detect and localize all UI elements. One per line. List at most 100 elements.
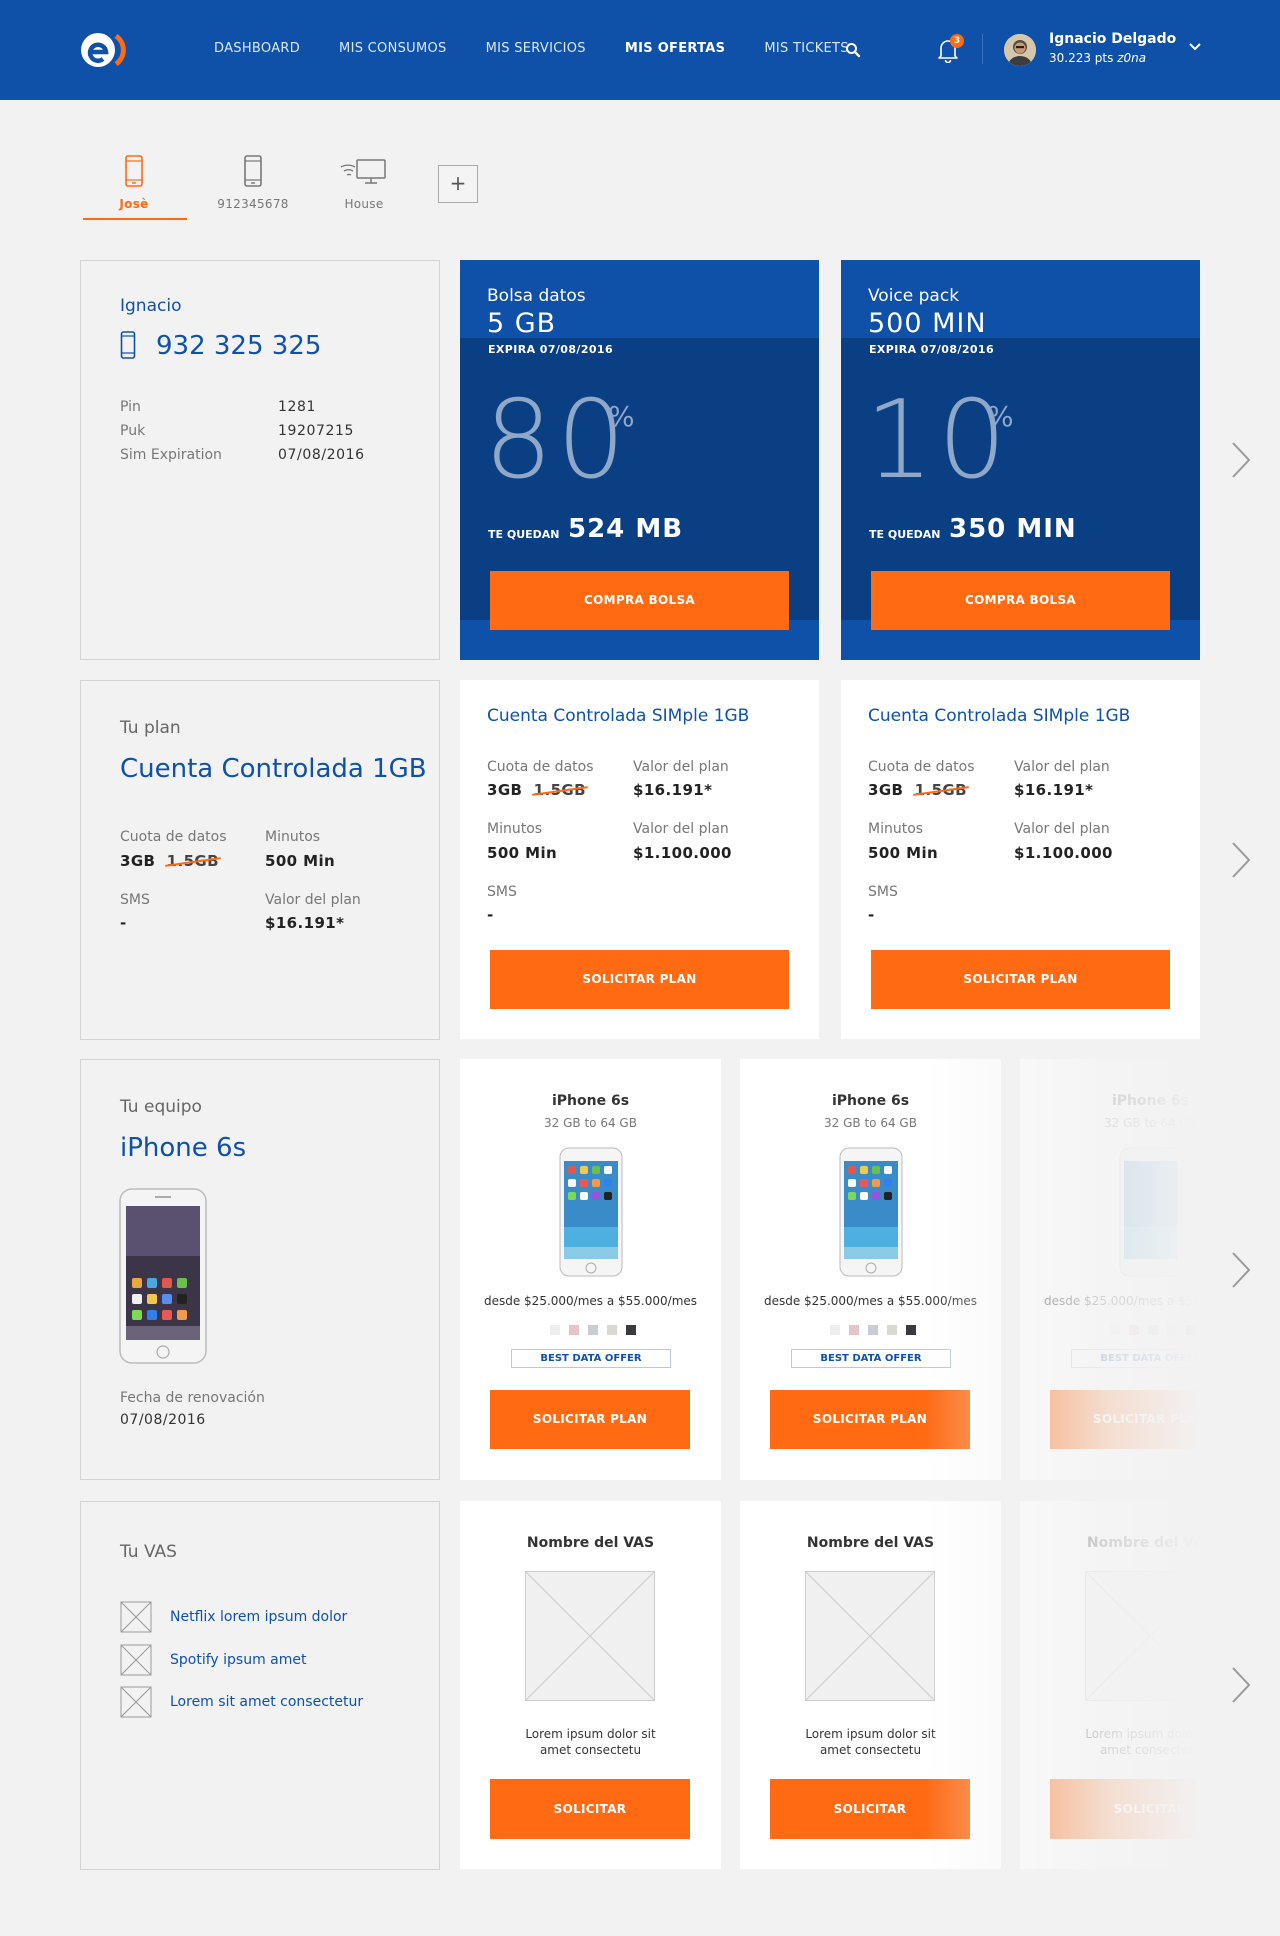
offer-price2-value: $1.100.000 [1014, 844, 1113, 862]
chevron-right-icon[interactable] [1230, 1665, 1252, 1705]
pack-card-voice: Voice pack 500 MIN EXPIRA 07/08/2016 10 … [841, 260, 1200, 660]
sim-expiration-value: 07/08/2016 [278, 447, 365, 463]
phone-price: desde $25.000/mes a $55.000/mes [763, 1294, 978, 1308]
vas-item[interactable]: Netflix lorem ipsum dolor [120, 1601, 347, 1633]
offer-price2-value: $1.100.000 [633, 844, 732, 862]
offer-sms-label: SMS [487, 884, 517, 900]
nav-dashboard[interactable]: DASHBOARD [214, 41, 300, 56]
request-plan-button[interactable]: SOLICITAR PLAN [490, 950, 789, 1009]
chevron-right-icon[interactable] [1230, 840, 1252, 880]
offer-quota-old: 1.5GB [533, 781, 586, 799]
offer-minutes-value: 500 Min [487, 844, 558, 862]
tab-line-jose[interactable]: Josè [84, 155, 184, 211]
plan-minutes-label: Minutos [265, 829, 321, 845]
pack-card-datos: Bolsa datos 5 GB EXPIRA 07/08/2016 80 % … [460, 260, 819, 660]
color-swatch[interactable] [830, 1325, 840, 1335]
best-offer-badge: BEST DATA OFFER [791, 1349, 951, 1368]
buy-pack-button[interactable]: COMPRA BOLSA [490, 571, 789, 630]
pack-percent-sign: % [987, 400, 1014, 433]
offer-price2-label: Valor del plan [633, 821, 729, 837]
nav-mis-servicios[interactable]: MIS SERVICIOS [486, 41, 586, 56]
vas-offer-card: Nombre del VAS Lorem ipsum dolor sit amet… [740, 1501, 1001, 1869]
vas-item-label: Lorem sit amet consectetur [170, 1694, 364, 1710]
tab-line-912345678[interactable]: 912345678 [203, 155, 303, 211]
tab-label: Josè [119, 197, 149, 211]
sim-pin-value: 1281 [278, 399, 317, 415]
offer-price-label: Valor del plan [1014, 759, 1110, 775]
desktop-wifi-icon [340, 159, 386, 184]
request-vas-button[interactable]: SOLICITAR [1050, 1779, 1200, 1839]
phone-price: desde $25.000/mes a $55.000/mes [483, 1294, 698, 1308]
user-points: 30.223 pts z0na [1049, 51, 1146, 65]
vas-caption: Tu VAS [120, 1542, 177, 1562]
add-line-button[interactable]: + [438, 165, 478, 203]
plan-caption: Tu plan [120, 718, 181, 738]
phone-offer-card: iPhone 6s 32 GB to 64 GB desde $25.000/m… [1020, 1059, 1200, 1480]
color-swatch[interactable] [1167, 1325, 1177, 1335]
color-swatches [550, 1325, 645, 1335]
device-name: iPhone 6s [120, 1133, 247, 1163]
image-placeholder-icon [120, 1686, 152, 1718]
color-swatch[interactable] [887, 1325, 897, 1335]
offer-quota-value: 3GB [868, 781, 904, 799]
color-swatch[interactable] [1110, 1325, 1120, 1335]
plan-offer-title: Cuenta Controlada SIMple 1GB [487, 706, 750, 726]
mobile-icon [125, 155, 143, 187]
pack-amount: 5 GB [487, 308, 557, 339]
request-plan-button[interactable]: SOLICITAR PLAN [871, 950, 1170, 1009]
plan-quota: 3GB 1.5GB [120, 852, 219, 870]
plan-quota-old: 1.5GB [166, 852, 219, 870]
notification-badge: 3 [950, 34, 964, 48]
color-swatch[interactable] [849, 1325, 859, 1335]
phone-image [559, 1147, 623, 1277]
color-swatch[interactable] [1129, 1325, 1139, 1335]
color-swatch[interactable] [906, 1325, 916, 1335]
color-swatch[interactable] [569, 1325, 579, 1335]
sim-owner-name: Ignacio [120, 296, 182, 316]
entel-logo[interactable] [80, 30, 126, 70]
chevron-right-icon[interactable] [1230, 440, 1252, 480]
header-divider [982, 34, 983, 64]
vas-description: Lorem ipsum dolor sit amet consectetu [740, 1726, 1001, 1758]
offer-quota: 3GB 1.5GB [487, 781, 586, 799]
tab-line-house[interactable]: House [314, 155, 414, 211]
image-placeholder-icon [805, 1571, 935, 1701]
color-swatch[interactable] [626, 1325, 636, 1335]
color-swatch[interactable] [550, 1325, 560, 1335]
best-offer-badge: BEST DATA OFFER [1071, 1349, 1200, 1368]
color-swatch[interactable] [607, 1325, 617, 1335]
plan-price-value: $16.191* [265, 914, 345, 932]
offer-quota-label: Cuota de datos [487, 759, 594, 775]
nav-mis-tickets[interactable]: MIS TICKETS [764, 41, 849, 56]
pack-remaining-value: 524 MB [568, 514, 684, 544]
request-plan-button[interactable]: SOLICITAR PLAN [490, 1390, 690, 1449]
pack-name: Voice pack [868, 286, 960, 306]
vas-description-line: amet consectetu [819, 1743, 922, 1757]
nav-mis-consumos[interactable]: MIS CONSUMOS [339, 41, 447, 56]
vas-item[interactable]: Spotify ipsum amet [120, 1644, 307, 1676]
request-plan-button[interactable]: SOLICITAR PLAN [770, 1390, 970, 1449]
request-vas-button[interactable]: SOLICITAR [490, 1779, 690, 1839]
plan-price-label: Valor del plan [265, 892, 361, 908]
color-swatch[interactable] [588, 1325, 598, 1335]
user-name[interactable]: Ignacio Delgado [1049, 31, 1176, 47]
color-swatch[interactable] [1148, 1325, 1158, 1335]
request-plan-button[interactable]: SOLICITAR PLAN [1050, 1390, 1200, 1449]
buy-pack-button[interactable]: COMPRA BOLSA [871, 571, 1170, 630]
request-vas-button[interactable]: SOLICITAR [770, 1779, 970, 1839]
avatar[interactable] [1004, 34, 1036, 66]
plan-quota-value: 3GB [120, 852, 156, 870]
vas-offer-card: Nombre del VAS Lorem ipsum dolor sit amet… [1020, 1501, 1200, 1869]
chevron-down-icon[interactable] [1188, 42, 1202, 52]
phone-offer-card: iPhone 6s 32 GB to 64 GB desde $25.000/m… [460, 1059, 721, 1480]
chevron-right-icon[interactable] [1230, 1250, 1252, 1290]
phone-name: iPhone 6s [1111, 1093, 1190, 1109]
color-swatch[interactable] [868, 1325, 878, 1335]
color-swatch[interactable] [1186, 1325, 1196, 1335]
renewal-value: 07/08/2016 [120, 1412, 206, 1428]
search-icon[interactable] [845, 42, 861, 58]
nav-mis-ofertas[interactable]: MIS OFERTAS [625, 41, 725, 56]
vas-item[interactable]: Lorem sit amet consectetur [120, 1686, 363, 1718]
best-offer-badge: BEST DATA OFFER [511, 1349, 671, 1368]
offer-minutes-label: Minutos [868, 821, 924, 837]
